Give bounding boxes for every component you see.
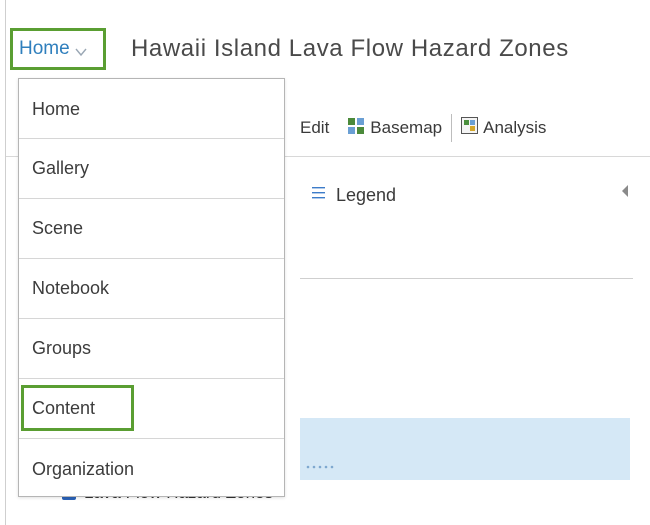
toolbar-divider xyxy=(451,114,453,142)
chevron-down-icon xyxy=(75,44,87,57)
menu-item-label: Content xyxy=(32,398,96,418)
home-dropdown-menu: Home Gallery Scene Notebook Groups Conte… xyxy=(18,78,285,497)
map-toolbar: Edit Basemap Analysis xyxy=(300,108,546,148)
menu-item-label: Organization xyxy=(32,458,135,479)
edit-button[interactable]: Edit xyxy=(300,118,329,138)
map-title: Hawaii Island Lava Flow Hazard Zones xyxy=(131,35,569,62)
more-options-icon[interactable] xyxy=(305,456,335,469)
menu-item-home[interactable]: Home xyxy=(19,79,284,139)
menu-item-label: Gallery xyxy=(32,158,90,178)
menu-item-gallery[interactable]: Gallery xyxy=(19,139,284,199)
analysis-label: Analysis xyxy=(483,118,547,137)
edit-label: Edit xyxy=(300,118,330,137)
basemap-label: Basemap xyxy=(370,118,443,137)
home-menu-label: Home xyxy=(19,38,70,59)
menu-item-label: Notebook xyxy=(32,278,110,298)
menu-item-organization[interactable]: Organization xyxy=(19,439,284,499)
analysis-icon xyxy=(461,117,483,139)
selected-layer-row[interactable] xyxy=(300,418,630,480)
menu-item-groups[interactable]: Groups xyxy=(19,319,284,379)
collapse-panel-icon[interactable] xyxy=(620,184,630,198)
analysis-button[interactable]: Analysis xyxy=(461,117,546,139)
legend-tab[interactable]: Legend xyxy=(312,185,396,206)
menu-item-label: Groups xyxy=(32,338,92,358)
menu-item-label: Scene xyxy=(32,218,84,238)
legend-icon xyxy=(312,185,336,206)
pane-divider xyxy=(300,278,633,279)
basemap-button[interactable]: Basemap xyxy=(347,117,442,140)
menu-item-notebook[interactable]: Notebook xyxy=(19,259,284,319)
basemap-icon xyxy=(347,117,370,140)
menu-item-label: Home xyxy=(32,99,81,119)
menu-item-content[interactable]: Content xyxy=(19,379,284,439)
menu-item-scene[interactable]: Scene xyxy=(19,199,284,259)
legend-label: Legend xyxy=(336,185,397,205)
home-menu-button[interactable]: Home xyxy=(10,28,106,70)
